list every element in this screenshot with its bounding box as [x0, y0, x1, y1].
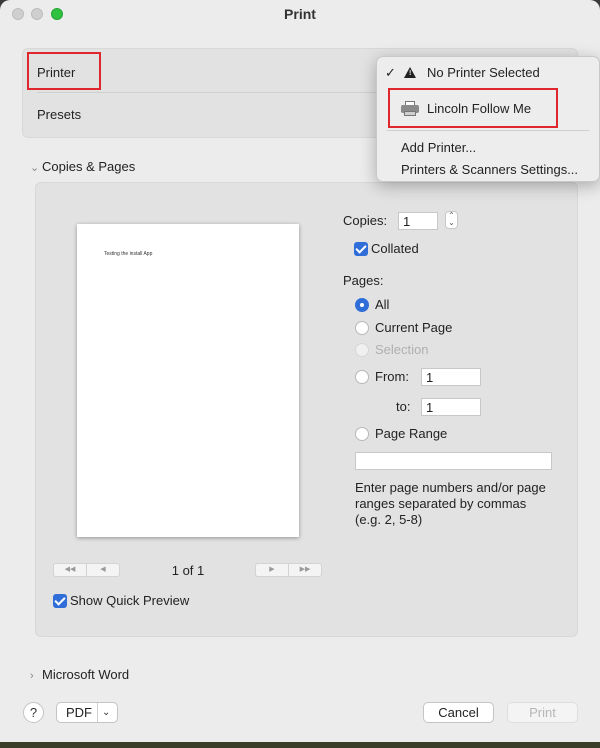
- show-quick-preview-checkbox[interactable]: [53, 594, 67, 608]
- next-page-button[interactable]: ▶: [256, 564, 288, 576]
- pages-range-radio[interactable]: [355, 427, 369, 441]
- pages-to-label: to:: [396, 399, 411, 414]
- chevron-down-icon: ⌄: [30, 162, 40, 174]
- to-page-input[interactable]: [421, 398, 481, 416]
- page-range-help-text: Enter page numbers and/or page ranges se…: [355, 480, 546, 527]
- collated-checkbox[interactable]: [354, 242, 368, 256]
- copies-label: Copies:: [343, 213, 388, 228]
- pages-range-label: Page Range: [375, 426, 448, 441]
- chevron-right-icon: ›: [30, 670, 34, 682]
- microsoft-word-title: Microsoft Word: [42, 667, 130, 682]
- pages-current-label: Current Page: [375, 320, 453, 335]
- title-bar: Print: [0, 0, 600, 30]
- pages-from-label: From:: [375, 369, 409, 384]
- preview-nav-forward: ▶ ▶▶: [255, 563, 322, 577]
- last-page-button[interactable]: ▶▶: [288, 564, 321, 576]
- desktop-background: [0, 742, 600, 748]
- cancel-button[interactable]: Cancel: [423, 702, 494, 723]
- pdf-menu-button[interactable]: PDF ⌄: [56, 702, 118, 723]
- copies-pages-title: Copies & Pages: [42, 159, 136, 174]
- chevron-down-icon: ⌄: [102, 707, 111, 718]
- print-button: Print: [507, 702, 578, 723]
- first-page-button[interactable]: ◀◀: [54, 564, 86, 576]
- pages-all-radio[interactable]: [355, 298, 369, 312]
- show-quick-preview-label: Show Quick Preview: [70, 593, 190, 608]
- microsoft-word-section-toggle[interactable]: › Microsoft Word: [30, 667, 129, 682]
- pages-label: Pages:: [343, 273, 384, 288]
- print-dialog: Print Printer Presets ⌄ Copies & Pages Te…: [0, 0, 600, 742]
- printer-highlight-box: [27, 52, 101, 90]
- previous-page-button[interactable]: ◀: [86, 564, 119, 576]
- menu-item-printers-scanners-settings[interactable]: Printers & Scanners Settings...: [377, 158, 599, 182]
- divider: [97, 703, 98, 722]
- menu-divider: [387, 130, 589, 131]
- warning-mark: !: [409, 70, 412, 77]
- pages-selection-label: Selection: [375, 342, 429, 357]
- copies-input[interactable]: [398, 212, 438, 230]
- presets-label: Presets: [37, 107, 82, 122]
- bottom-bar: ? PDF ⌄ Cancel Print: [0, 697, 600, 730]
- copies-stepper[interactable]: ⌃ ⌄: [445, 211, 458, 229]
- preview-nav-back: ◀◀ ◀: [53, 563, 120, 577]
- collated-label: Collated: [371, 241, 419, 256]
- copies-pages-section-toggle[interactable]: ⌄ Copies & Pages: [30, 159, 135, 174]
- lincoln-highlight-box: [388, 88, 558, 128]
- window-title: Print: [284, 6, 316, 22]
- menu-item-label: Add Printer...: [401, 140, 477, 155]
- page-preview: Testing the install App: [77, 224, 299, 537]
- page-range-input[interactable]: [355, 452, 552, 470]
- pdf-label: PDF: [66, 705, 92, 720]
- menu-item-label: No Printer Selected: [427, 65, 540, 80]
- menu-item-no-printer-selected[interactable]: ✓ ! No Printer Selected: [377, 61, 599, 85]
- from-page-input[interactable]: [421, 368, 481, 386]
- menu-item-label: Printers & Scanners Settings...: [401, 162, 579, 177]
- pages-all-label: All: [375, 297, 390, 312]
- checkmark-icon: ✓: [385, 65, 396, 80]
- pages-current-radio[interactable]: [355, 321, 369, 335]
- menu-item-add-printer[interactable]: Add Printer...: [377, 136, 599, 160]
- preview-text: Testing the install App: [104, 251, 153, 257]
- help-button[interactable]: ?: [23, 702, 44, 723]
- pages-selection-radio: [355, 343, 369, 357]
- pages-from-radio[interactable]: [355, 370, 369, 384]
- page-count: 1 of 1: [171, 563, 205, 578]
